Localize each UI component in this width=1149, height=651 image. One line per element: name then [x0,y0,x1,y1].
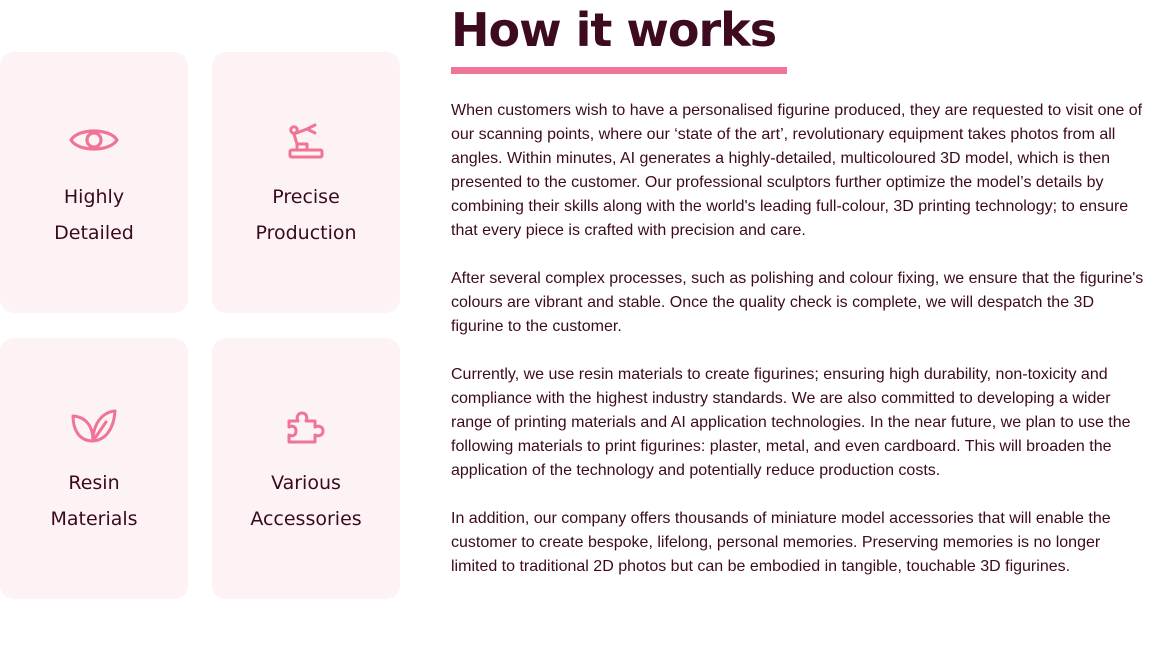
description-text: When customers wish to have a personalis… [451,99,1149,579]
paragraph: When customers wish to have a personalis… [451,102,1143,239]
feature-label-line: Precise [272,186,340,208]
paragraph: After several complex processes, such as… [451,270,1144,335]
feature-card-highly-detailed: Highly Detailed [0,52,188,313]
leaf-icon [69,406,119,446]
feature-label: Precise Production [212,179,400,251]
feature-label-line: Various [271,472,341,494]
feature-card-various-accessories: Various Accessories [212,338,400,599]
feature-label-line: Resin [68,472,120,494]
feature-label-line: Materials [50,508,138,530]
title-underline [451,67,787,74]
paragraph: In addition, our company offers thousand… [451,510,1111,575]
feature-label-line: Production [255,222,357,244]
feature-label-line: Detailed [54,222,134,244]
feature-label: Various Accessories [212,465,400,537]
page-title: How it works [451,3,777,57]
paragraph: Currently, we use resin materials to cre… [451,366,1131,479]
feature-label: Highly Detailed [0,179,188,251]
feature-label: Resin Materials [0,465,188,537]
feature-label-line: Accessories [250,508,362,530]
feature-card-precise-production: Precise Production [212,52,400,313]
feature-card-resin-materials: Resin Materials [0,338,188,599]
feature-label-line: Highly [63,186,125,208]
eye-icon [69,120,119,160]
puzzle-icon [281,406,331,446]
robotic-arm-icon [281,120,331,160]
